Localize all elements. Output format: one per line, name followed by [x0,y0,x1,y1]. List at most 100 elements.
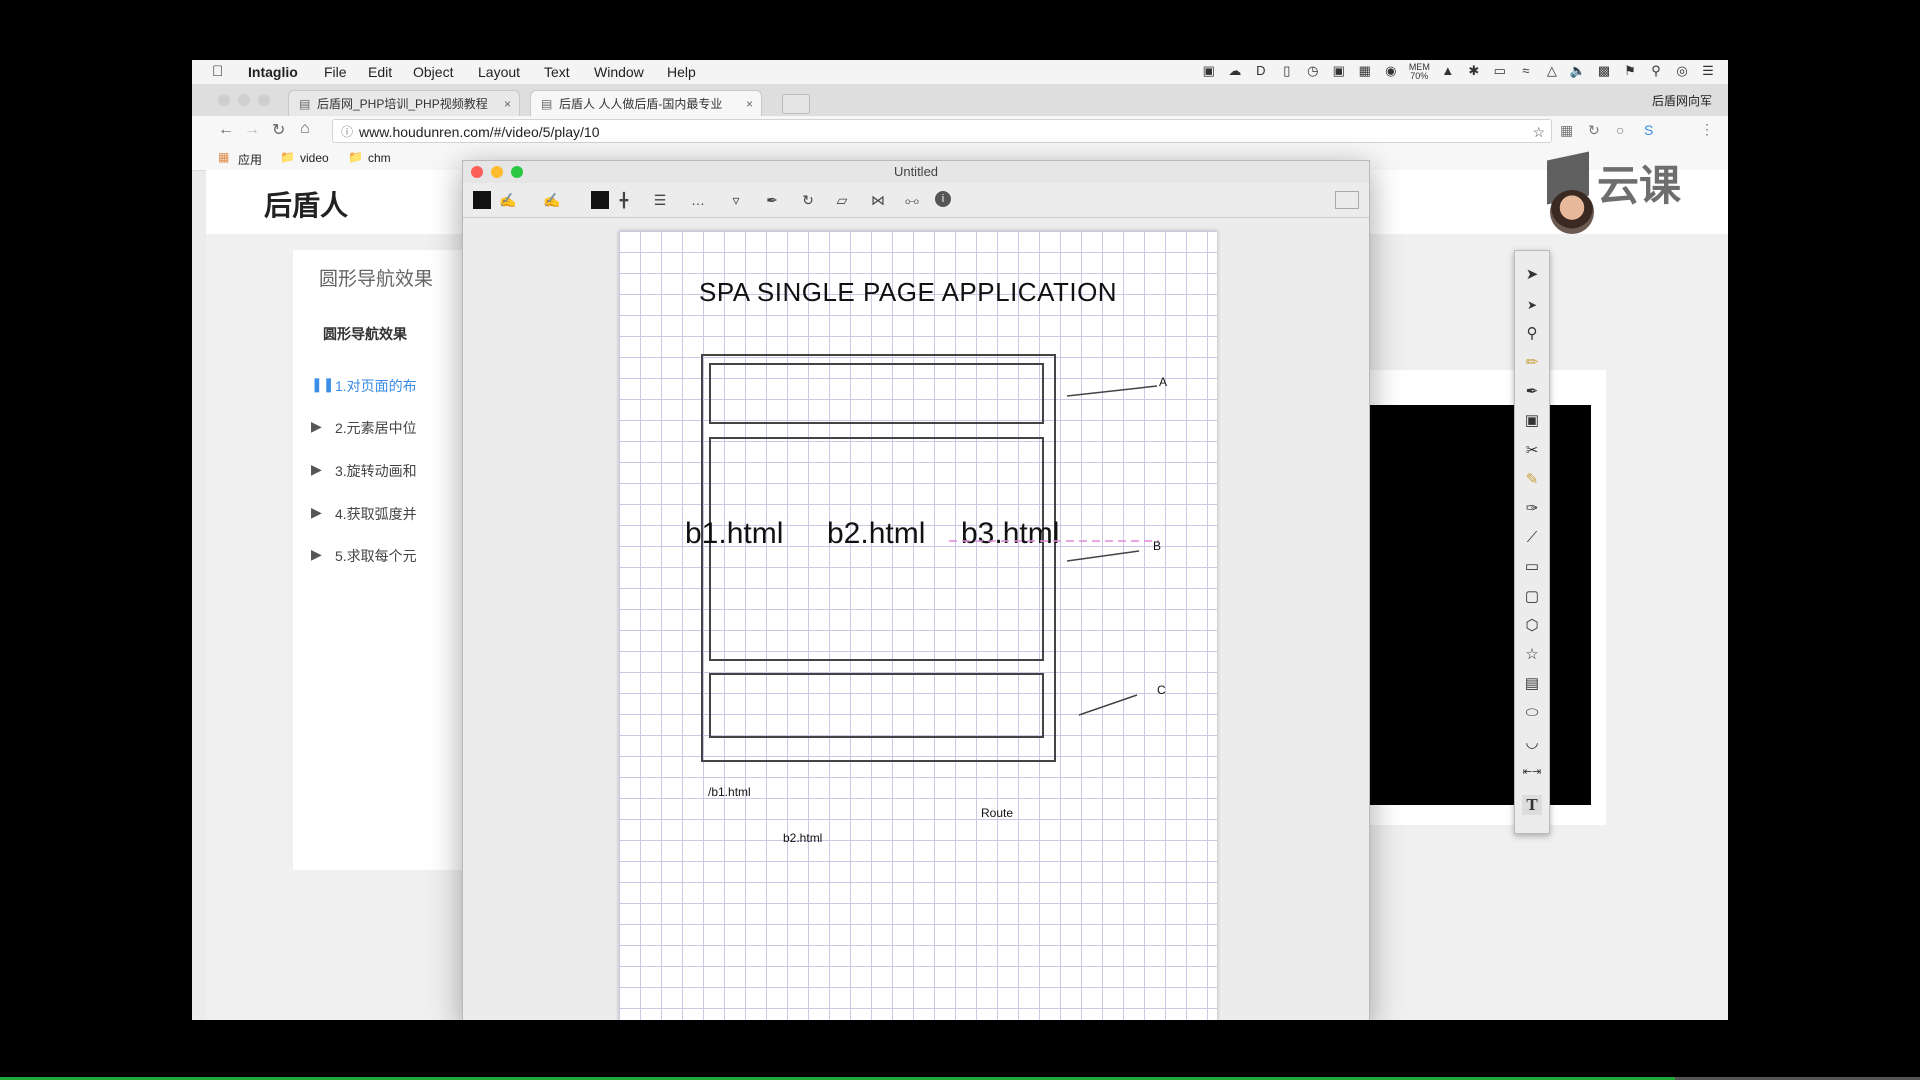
freeform-icon[interactable]: ▤ [1522,674,1542,694]
video-player[interactable] [1356,405,1591,805]
note-b2-file[interactable]: b2.html [783,831,822,845]
browser-minimize-button[interactable] [238,94,250,106]
distribute-icon[interactable]: … [689,191,707,209]
ruler-icon[interactable]: ✏ [1522,353,1542,373]
camera-icon[interactable]: ▣ [1331,63,1347,81]
stroke-pattern-icon[interactable]: ✍ [543,191,561,209]
eyedropper-icon[interactable]: ✒ [1522,382,1542,402]
flip-horizontal-icon[interactable]: ⋈ [869,191,887,209]
lesson-item-4[interactable]: ▶ 4.获取弧度并 [311,504,417,524]
star-bookmark-icon[interactable]: ☆ [1532,120,1545,144]
browser-zoom-button[interactable] [258,94,270,106]
new-tab-button[interactable] [782,94,810,114]
site-logo[interactable]: 后盾人 [264,184,348,224]
text-tool-icon[interactable]: T [1522,795,1542,815]
line-icon[interactable]: ⟋ [1522,528,1542,548]
menu-file[interactable]: File [324,64,347,80]
browser-menu-icon[interactable]: ⋮ [1700,121,1714,138]
callout-label-c[interactable]: C [1157,683,1166,697]
forward-arrow-icon[interactable]: → [244,121,260,139]
flip-vertical-icon[interactable]: ⧟ [903,191,921,209]
document-page[interactable]: SPA SINGLE PAGE APPLICATION b1.html b2.h… [619,231,1217,1020]
extension-qr-icon[interactable]: ▦ [1560,122,1573,139]
menu-object[interactable]: Object [413,64,453,80]
fill-pattern-icon[interactable]: ✍ [499,191,517,209]
callout-line-b[interactable] [1066,550,1140,562]
tab-close-icon[interactable]: × [504,91,511,116]
rectangle-icon[interactable]: ▭ [1522,557,1542,577]
stroke-width-icon[interactable]: ╋ [615,191,633,209]
menu-edit[interactable]: Edit [368,64,392,80]
cloud-icon[interactable]: ☁ [1227,63,1243,81]
extension-circle-icon[interactable]: ○ [1616,122,1624,138]
browser-tab-1[interactable]: ▤ 后盾网_PHP培训_PHP视频教程 × [288,90,520,116]
siri-icon[interactable]: ◎ [1674,63,1690,81]
align-icon[interactable]: ☰ [651,191,669,209]
note-route-path[interactable]: /b1.html [708,785,751,799]
input-source-icon[interactable]: ▩ [1596,63,1612,81]
apple-menu-icon[interactable]:  [212,63,223,80]
bluetooth-icon[interactable]: ✱ [1466,63,1482,81]
gradient-icon[interactable]: ▣ [1522,411,1542,431]
flag-icon[interactable]: ⚑ [1622,63,1638,81]
ellipse-icon[interactable]: ⬭ [1522,703,1542,723]
battery-icon[interactable]: ▭ [1492,63,1508,81]
bookmark-apps[interactable]: 应用 [238,151,262,168]
clock-icon[interactable]: ◷ [1305,63,1321,81]
star-icon[interactable]: ☆ [1522,645,1542,665]
notes-icon[interactable]: ▯ [1279,63,1295,81]
zoom-icon[interactable]: ⚲ [1522,324,1542,344]
note-route-word[interactable]: Route [981,806,1013,820]
callout-line-a[interactable] [1066,385,1158,397]
direct-select-arrow-icon[interactable]: ➤ [1522,295,1542,315]
app-menu-intaglio[interactable]: Intaglio [248,64,298,80]
sidebar-toggle-icon[interactable] [1335,191,1359,209]
extension-s-icon[interactable]: S [1644,122,1653,138]
window-close-button[interactable] [471,166,483,178]
scissors-icon[interactable]: ✂ [1522,441,1542,461]
gauge-icon[interactable]: ◉ [1383,63,1399,81]
extension-sync-icon[interactable]: ↻ [1588,122,1600,139]
window-zoom-button[interactable] [511,166,523,178]
brush-icon[interactable]: ✒ [763,191,781,209]
memory-status[interactable]: MEM 70% [1409,63,1430,81]
window-minimize-button[interactable] [491,166,503,178]
reload-icon[interactable]: ↻ [272,120,285,140]
wifi-icon[interactable]: ≈ [1518,63,1534,81]
home-icon[interactable]: ⌂ [300,120,310,138]
skew-icon[interactable]: ▱ [833,191,851,209]
dimension-icon[interactable]: ⇤⇥ [1522,762,1542,782]
profile-name[interactable]: 后盾网向军 [1652,92,1712,109]
polygon-icon[interactable]: ⬡ [1522,616,1542,636]
fill-color-swatch[interactable] [473,191,491,209]
volume-icon[interactable]: 🔈 [1570,63,1586,81]
lesson-item-2[interactable]: ▶ 2.元素居中位 [311,418,417,438]
pen-icon[interactable]: ✑ [1522,499,1542,519]
keyboard-icon[interactable]: ▦ [1357,63,1373,81]
arc-icon[interactable]: ◡ [1522,733,1542,753]
callout-line-c[interactable] [1078,694,1138,716]
pencil-icon[interactable]: ✎ [1522,470,1542,490]
upload-icon[interactable]: ▲ [1440,63,1456,81]
rounded-rectangle-icon[interactable]: ▢ [1522,587,1542,607]
browser-tab-2[interactable]: ▤ 后盾人 人人做后盾-国内最专业 × [530,90,762,116]
back-arrow-icon[interactable]: ← [218,121,234,139]
rotate-icon[interactable]: ↻ [799,191,817,209]
lesson-item-1[interactable]: ❚❚ 1.对页面的布 [311,376,417,396]
callout-label-b[interactable]: B [1153,539,1161,553]
menu-text[interactable]: Text [544,64,570,80]
stroke-color-swatch[interactable] [591,191,609,209]
spotlight-search-icon[interactable]: ⚲ [1648,63,1664,81]
d-app-icon[interactable]: D [1253,63,1269,81]
bookmark-video[interactable]: video [300,151,329,165]
notification-center-icon[interactable]: ☰ [1700,63,1716,81]
lesson-item-3[interactable]: ▶ 3.旋转动画和 [311,461,417,481]
tab-close-icon[interactable]: × [746,91,753,116]
airplay-icon[interactable]: △ [1544,63,1560,81]
lesson-item-5[interactable]: ▶ 5.求取每个元 [311,546,417,566]
arrange-icon[interactable]: ▿ [727,191,745,209]
menu-window[interactable]: Window [594,64,644,80]
bookmark-chm[interactable]: chm [368,151,391,165]
browser-close-button[interactable] [218,94,230,106]
select-arrow-icon[interactable]: ➤ [1522,265,1542,285]
